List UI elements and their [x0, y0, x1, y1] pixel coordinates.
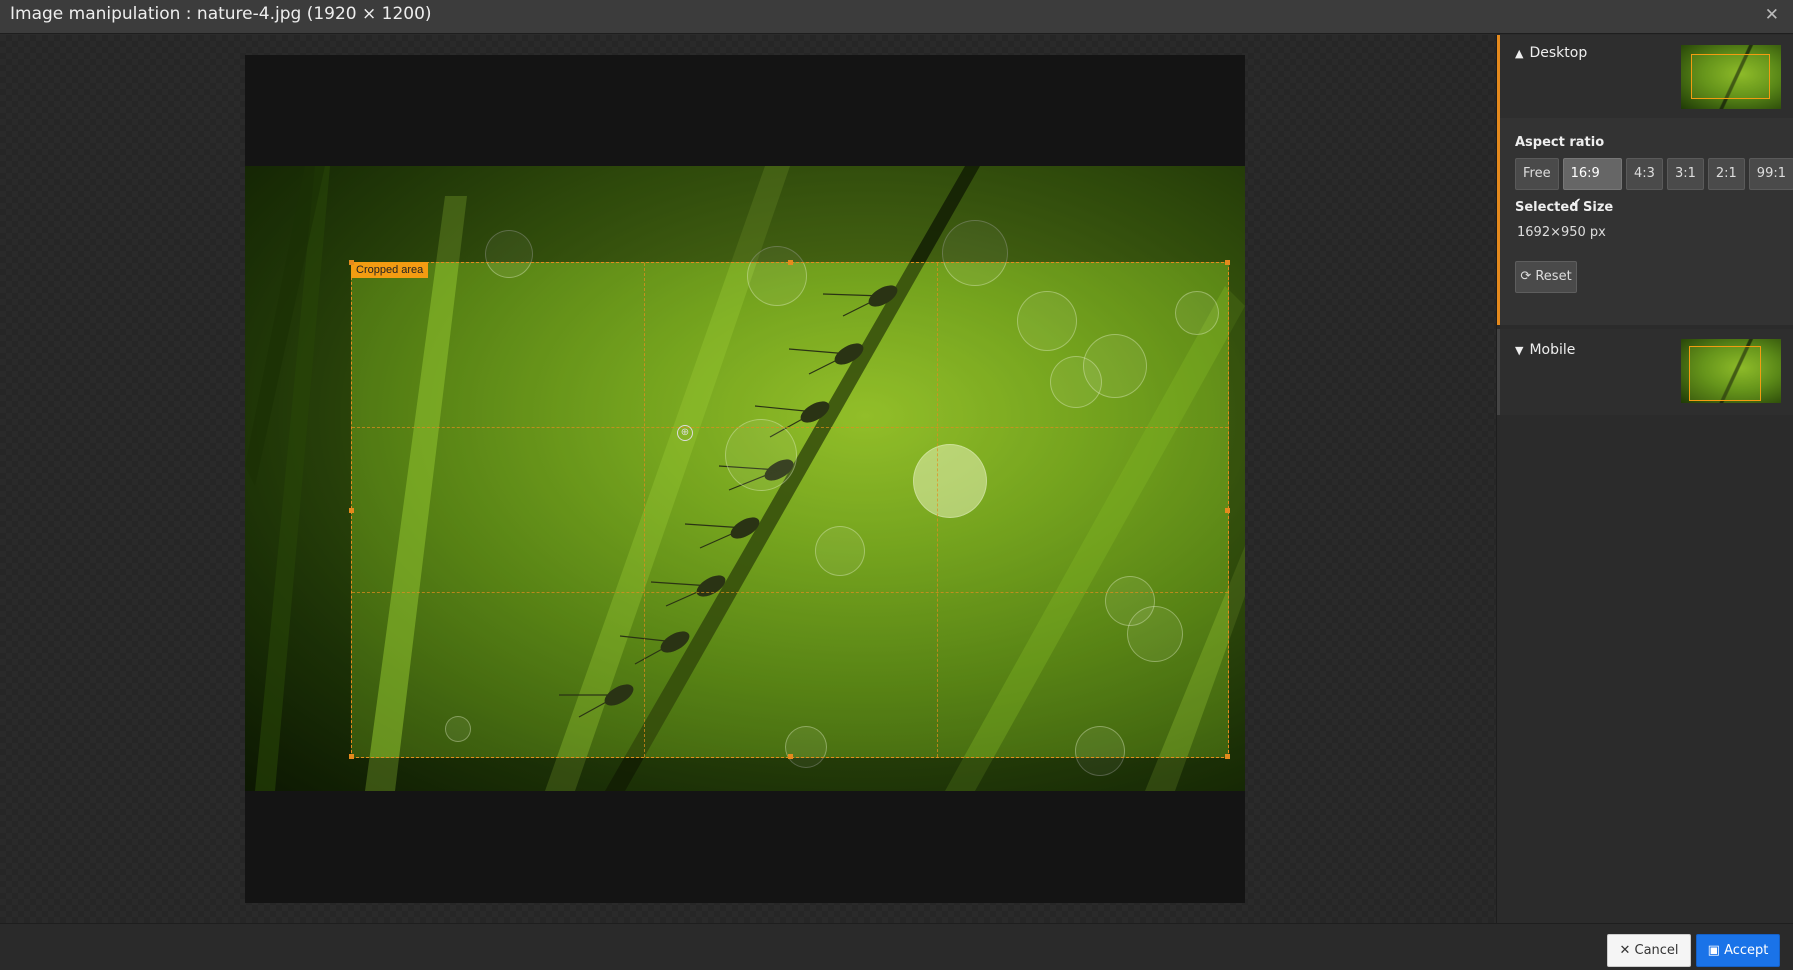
- resize-handle-ne[interactable]: [1225, 260, 1230, 265]
- thumbnail-crop-box: [1691, 54, 1770, 99]
- aspect-ratio-buttons: Free 16:9 ✔ 4:3 3:1 2:1 99:1: [1515, 158, 1793, 211]
- crop-variants-sidebar: ▲ Desktop Aspect ratio Free 16:9 ✔ 4:3 3:…: [1496, 35, 1793, 923]
- crop-area[interactable]: Cropped area ⊕: [349, 260, 1230, 759]
- image-preview[interactable]: Cropped area ⊕: [245, 166, 1245, 791]
- save-icon: ▣: [1707, 943, 1720, 958]
- selected-size-value: 1692×950 px: [1517, 225, 1606, 240]
- desktop-thumbnail: [1681, 45, 1781, 109]
- resize-handle-se[interactable]: [1225, 754, 1230, 759]
- grid-line-h1: [352, 427, 1228, 428]
- panel-desktop-toggle[interactable]: ▲ Desktop: [1515, 45, 1587, 61]
- accept-button[interactable]: ▣ Accept: [1696, 934, 1780, 967]
- resize-handle-w[interactable]: [349, 508, 354, 513]
- ratio-free-button[interactable]: Free: [1515, 158, 1559, 190]
- resize-handle-s[interactable]: [788, 754, 793, 759]
- resize-handle-e[interactable]: [1225, 508, 1230, 513]
- panel-desktop-title: Desktop: [1529, 45, 1588, 61]
- cancel-button[interactable]: ✕ Cancel: [1607, 934, 1691, 967]
- panel-mobile-title: Mobile: [1529, 342, 1576, 358]
- ratio-3-1-button[interactable]: 3:1: [1666, 158, 1704, 190]
- mobile-thumbnail: [1681, 339, 1781, 403]
- resize-handle-n[interactable]: [788, 260, 793, 265]
- focus-point-icon[interactable]: ⊕: [677, 425, 693, 441]
- chevron-down-icon: ▼: [1515, 344, 1524, 357]
- canvas-area: Cropped area ⊕: [245, 55, 1245, 903]
- ratio-16-9-button[interactable]: 16:9 ✔: [1562, 158, 1623, 211]
- reset-button[interactable]: ⟳ Reset: [1515, 261, 1577, 293]
- resize-handle-nw[interactable]: [349, 260, 354, 265]
- chevron-up-icon: ▲: [1515, 47, 1524, 60]
- selected-size-label: Selected Size: [1515, 200, 1614, 215]
- panel-mobile-toggle[interactable]: ▼ Mobile: [1515, 342, 1575, 358]
- footer-bar: ✕ Cancel ▣ Accept: [0, 923, 1793, 970]
- crop-workspace: Cropped area ⊕: [0, 35, 1496, 923]
- thumbnail-crop-box: [1689, 346, 1761, 401]
- window-title: Image manipulation : nature-4.jpg (1920 …: [10, 4, 432, 24]
- close-icon[interactable]: ✕: [1765, 5, 1779, 25]
- ratio-4-3-button[interactable]: 4:3: [1626, 158, 1663, 190]
- refresh-icon: ⟳: [1520, 269, 1532, 284]
- grid-line-h2: [352, 592, 1228, 593]
- accept-label: Accept: [1724, 943, 1769, 958]
- ratio-16-9-label: 16:9: [1570, 166, 1600, 181]
- panel-mobile[interactable]: ▼ Mobile: [1497, 329, 1793, 415]
- ratio-99-1-button[interactable]: 99:1: [1748, 158, 1793, 190]
- title-bar: Image manipulation : nature-4.jpg (1920 …: [0, 0, 1793, 34]
- panel-desktop: ▲ Desktop Aspect ratio Free 16:9 ✔ 4:3 3:…: [1497, 35, 1793, 325]
- crop-area-label: Cropped area: [351, 262, 429, 278]
- grid-line-v1: [644, 263, 645, 757]
- grid-line-v2: [937, 263, 938, 757]
- close-icon: ✕: [1619, 943, 1631, 958]
- aspect-ratio-label: Aspect ratio: [1515, 135, 1605, 150]
- reset-label: Reset: [1535, 269, 1572, 284]
- ratio-2-1-button[interactable]: 2:1: [1707, 158, 1745, 190]
- cancel-label: Cancel: [1634, 943, 1679, 958]
- resize-handle-sw[interactable]: [349, 754, 354, 759]
